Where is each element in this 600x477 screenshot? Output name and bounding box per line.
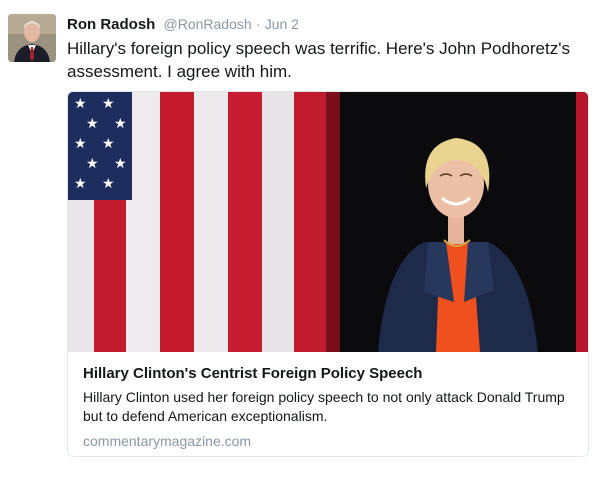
author-name[interactable]: Ron Radosh <box>67 16 155 33</box>
card-body: Hillary Clinton's Centrist Foreign Polic… <box>83 364 573 451</box>
svg-text:★: ★ <box>86 156 99 172</box>
tweet-header: Ron Radosh @RonRadosh · Jun 2 <box>67 14 299 35</box>
svg-text:★: ★ <box>74 176 87 192</box>
tweet-date[interactable]: Jun 2 <box>265 16 299 32</box>
svg-text:★: ★ <box>102 176 115 192</box>
card-title[interactable]: Hillary Clinton's Centrist Foreign Polic… <box>83 364 573 384</box>
card-description: Hillary Clinton used her foreign policy … <box>83 389 565 424</box>
svg-text:★: ★ <box>114 156 127 172</box>
author-avatar[interactable] <box>8 14 56 62</box>
separator-dot: · <box>255 16 261 32</box>
svg-text:★: ★ <box>102 96 115 112</box>
svg-text:★: ★ <box>102 136 115 152</box>
svg-text:★: ★ <box>74 136 87 152</box>
svg-text:★: ★ <box>86 116 99 132</box>
card-image: ★ ★ ★ ★ ★ ★ ★ ★ ★ ★ <box>68 92 588 352</box>
svg-text:★: ★ <box>114 116 127 132</box>
link-card[interactable]: ★ ★ ★ ★ ★ ★ ★ ★ ★ ★ Hillary Clinton's Centris… <box>67 91 589 457</box>
svg-text:★: ★ <box>74 96 87 112</box>
card-domain[interactable]: commentarymagazine.com <box>83 432 573 451</box>
tweet-text: Hillary's foreign policy speech was terr… <box>67 39 570 81</box>
author-handle[interactable]: @RonRadosh <box>164 16 252 32</box>
